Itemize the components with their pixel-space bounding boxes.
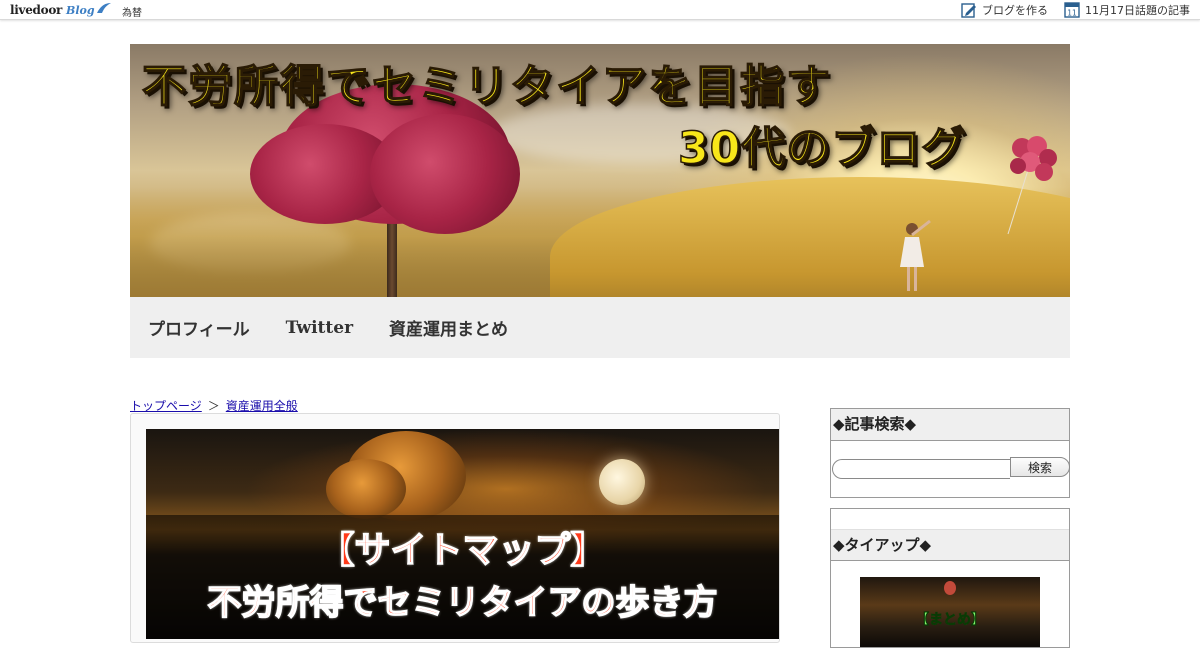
moon-graphic (599, 459, 645, 505)
create-blog-label: ブログを作る (982, 3, 1048, 17)
logo-livedoor-text: livedoor (10, 3, 63, 17)
topic-articles-link[interactable]: 11 11月17日話題の記事 (1064, 1, 1190, 18)
tieup-banner-image[interactable]: 【まとめ】 (860, 577, 1040, 647)
livedoor-blog-logo[interactable]: livedoor Blog (10, 2, 112, 18)
pencil-note-icon (961, 2, 976, 18)
topic-articles-label: 11月17日話題の記事 (1085, 3, 1190, 17)
logo-blog-text: Blog (66, 4, 95, 17)
breadcrumb-category-link[interactable]: 資産運用全般 (226, 397, 298, 414)
kawase-link[interactable]: 為替 (122, 4, 142, 19)
blog-subtitle: 30代のブログ (677, 122, 967, 175)
article-card: 【サイトマップ】 不労所得でセミリタイアの歩き方 (130, 413, 780, 643)
banner-tree-foliage (370, 114, 520, 234)
nav-item-profile[interactable]: プロフィール (148, 315, 250, 340)
livedoor-toolbar: livedoor Blog 為替 ブログを作る 11 11月17日話題の記事 (0, 0, 1200, 20)
search-button[interactable]: 検索 (1010, 457, 1070, 477)
calendar-icon: 11 (1064, 2, 1080, 18)
blog-title: 不労所得でセミリタイアを目指す (141, 60, 832, 113)
blog-header-banner[interactable]: 不労所得でセミリタイアを目指す 30代のブログ (130, 44, 1070, 297)
sidebar-search-widget: ◆記事検索◆ 検索 (830, 408, 1070, 498)
breadcrumb-home-link[interactable]: トップページ (130, 397, 202, 414)
sidebar-tieup-widget: ◆タイアップ◆ 【まとめ】 (830, 508, 1070, 648)
search-widget-heading: ◆記事検索◆ (831, 409, 1069, 441)
tieup-widget-heading: ◆タイアップ◆ (831, 529, 1069, 561)
eyecatch-subheading: 不労所得でセミリタイアの歩き方 (207, 582, 719, 624)
nav-item-asset-management[interactable]: 資産運用まとめ (389, 315, 508, 340)
breadcrumb-separator: ＞ (207, 399, 220, 413)
breadcrumb: トップページ ＞ 資産運用全般 (130, 397, 298, 414)
nav-item-twitter[interactable]: Twitter (286, 318, 353, 338)
toolbar-right-links: ブログを作る 11 11月17日話題の記事 (961, 1, 1190, 18)
search-input[interactable] (832, 459, 1010, 479)
tieup-spacer (831, 509, 1069, 529)
calendar-date-badge: 11 (1067, 9, 1077, 18)
article-eyecatch-image[interactable]: 【サイトマップ】 不労所得でセミリタイアの歩き方 (146, 429, 779, 639)
search-field-wrap (832, 457, 1010, 479)
global-nav: プロフィール Twitter 資産運用まとめ (130, 297, 1070, 358)
eyecatch-tree (326, 459, 406, 519)
eyecatch-heading: 【サイトマップ】 (318, 529, 608, 572)
create-blog-link[interactable]: ブログを作る (961, 2, 1048, 18)
search-form: 検索 (832, 457, 1070, 479)
balloons-graphic (1007, 136, 1057, 235)
swoosh-icon (96, 3, 111, 13)
girl-figure (900, 219, 931, 291)
tieup-image-label: 【まとめ】 (915, 612, 986, 629)
tieup-balloon (944, 581, 956, 595)
